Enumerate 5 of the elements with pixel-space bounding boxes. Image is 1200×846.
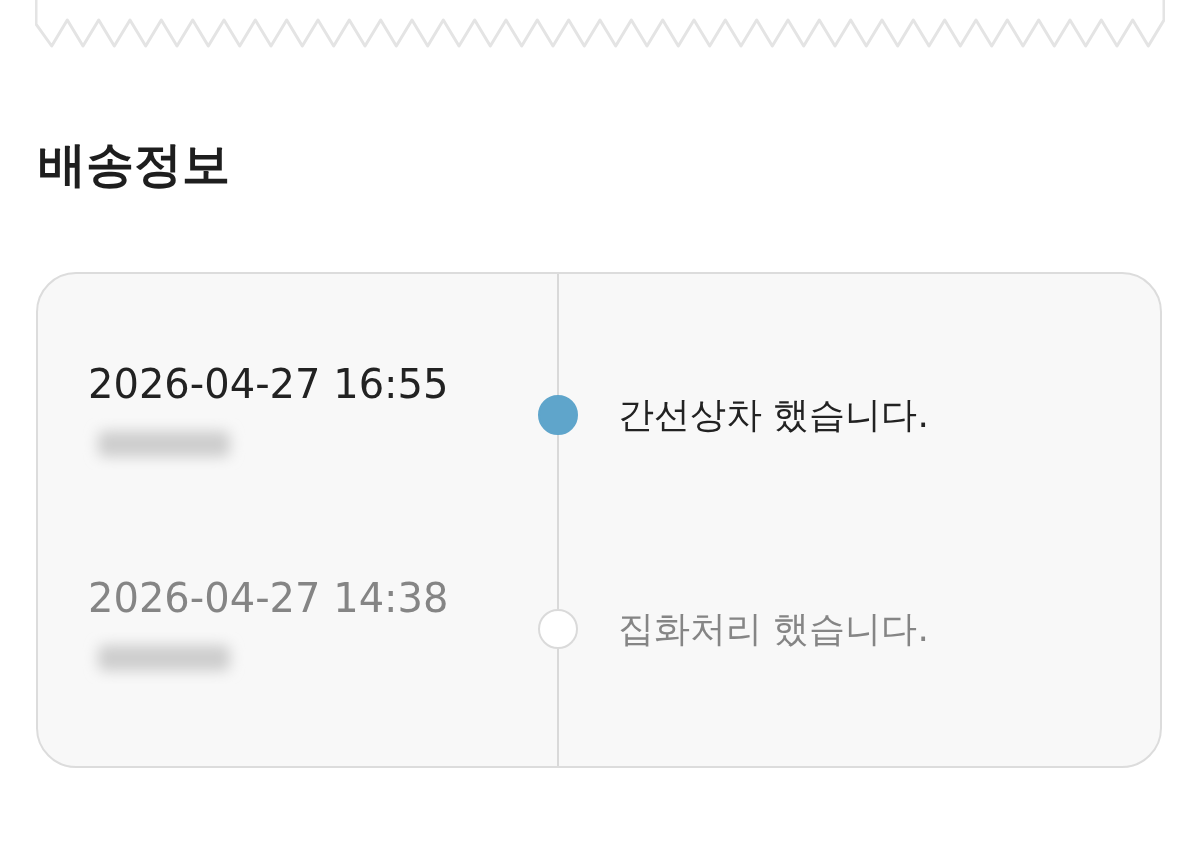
event-time: 2026-04-27 14:38	[88, 574, 449, 622]
section-title: 배송정보	[38, 135, 230, 193]
event-time: 2026-04-27 16:55	[88, 360, 449, 408]
event-status: 집화처리 했습니다.	[618, 607, 929, 651]
event-status: 간선상차 했습니다.	[618, 393, 929, 437]
